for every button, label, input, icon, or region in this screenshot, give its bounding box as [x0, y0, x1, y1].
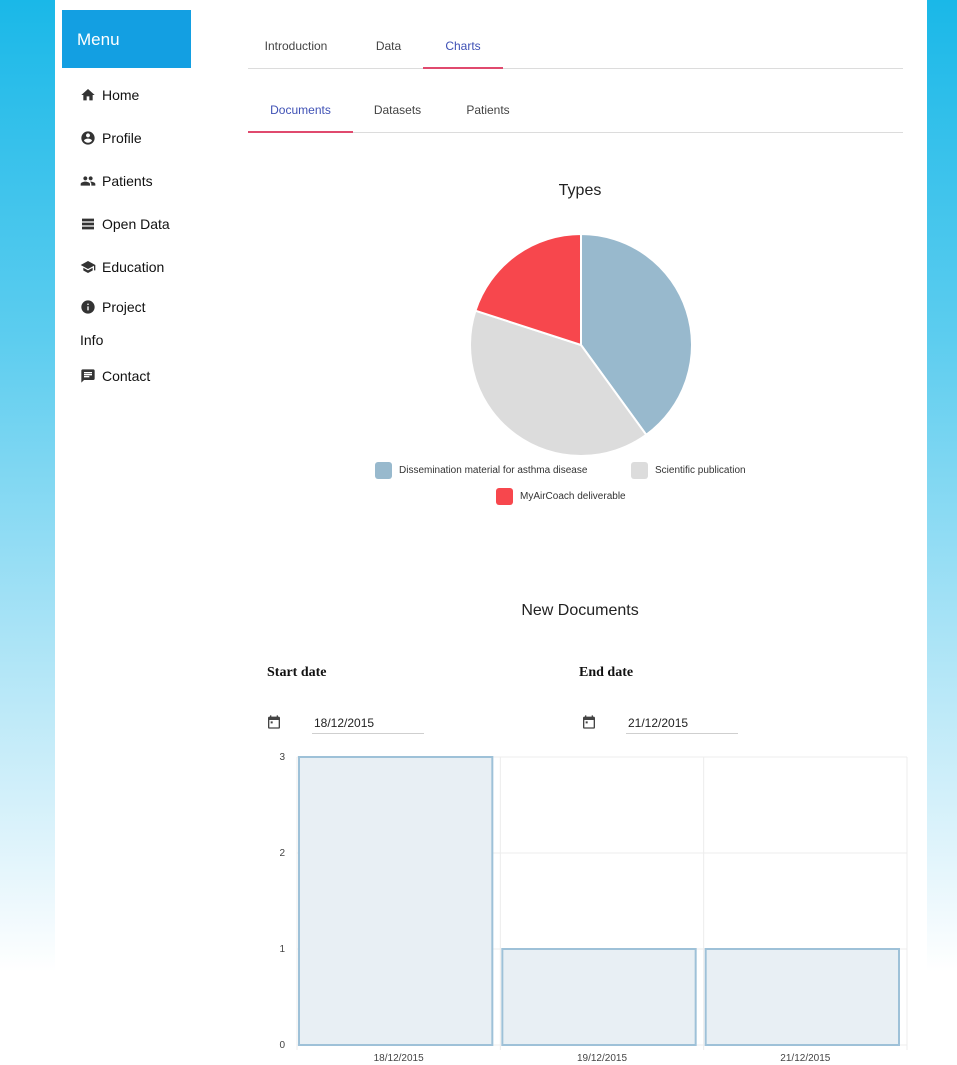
info-icon [81, 300, 95, 314]
sidebar-item-label: Education [102, 259, 165, 275]
x-tick-label: 18/12/2015 [374, 1053, 424, 1064]
legend-label: MyAirCoach deliverable [520, 491, 626, 502]
y-tick-label: 3 [279, 752, 285, 763]
x-tick-label: 21/12/2015 [780, 1053, 830, 1064]
sidebar-item-contact[interactable]: Contact [80, 368, 150, 384]
sidebar-item-patients[interactable]: Patients [80, 173, 153, 189]
sidebar-item-label: Home [102, 87, 140, 103]
tab-charts[interactable]: Charts [423, 30, 503, 69]
sidebar-item-label: Profile [102, 130, 142, 146]
menu-header: Menu [62, 10, 191, 68]
y-tick-label: 0 [279, 1040, 285, 1051]
legend-item-dissemination[interactable]: Dissemination material for asthma diseas… [375, 462, 587, 479]
tab-label: Documents [270, 103, 331, 117]
background-gradient-right [927, 0, 957, 972]
legend-swatch [496, 488, 513, 505]
menu-title: Menu [77, 30, 120, 49]
sidebar-item-profile[interactable]: Profile [80, 130, 142, 146]
start-date-input[interactable] [312, 712, 424, 734]
y-tick-label: 1 [279, 944, 285, 955]
sidebar-item-label: Contact [102, 368, 151, 384]
chart-tabs: Documents Datasets Patients [248, 94, 903, 133]
x-tick-label: 19/12/2015 [577, 1053, 627, 1064]
sidebar-item-project-info[interactable]: Project [80, 299, 146, 315]
account-circle-icon [81, 131, 95, 145]
legend-label: Dissemination material for asthma diseas… [399, 465, 588, 476]
tab-label: Patients [466, 103, 510, 117]
legend-label: Scientific publication [655, 465, 746, 476]
bar-chart-title: New Documents [521, 602, 639, 619]
end-date-input[interactable] [626, 712, 738, 734]
sidebar-item-label-continued: Info [80, 332, 104, 348]
tab-introduction[interactable]: Introduction [256, 30, 336, 68]
school-icon [80, 261, 96, 273]
background-gradient-left [0, 0, 55, 972]
tab-label: Datasets [373, 103, 422, 117]
end-date-label: End date [579, 665, 634, 680]
tab-label: Charts [445, 39, 481, 53]
message-icon [81, 369, 95, 383]
calendar-icon[interactable] [581, 714, 597, 730]
legend-item-scientific-publication[interactable]: Scientific publication [631, 462, 746, 479]
legend-swatch [631, 462, 648, 479]
tab-data[interactable]: Data [366, 30, 411, 68]
start-date-label: Start date [267, 665, 327, 680]
bar-0[interactable] [298, 756, 494, 1046]
bar-1[interactable] [501, 948, 697, 1046]
tab-patients[interactable]: Patients [458, 94, 518, 132]
main-tabs: Introduction Data Charts [248, 30, 903, 69]
sidebar-item-label: Project [102, 299, 146, 315]
tab-label: Introduction [264, 39, 328, 53]
sidebar-item-home[interactable]: Home [80, 87, 139, 103]
sidebar-item-label: Patients [102, 173, 153, 189]
tab-label: Data [375, 39, 402, 53]
tab-documents[interactable]: Documents [248, 94, 353, 133]
people-icon [80, 176, 96, 186]
pie-chart-title: Types [558, 182, 602, 199]
legend-swatch [375, 462, 392, 479]
y-tick-label: 2 [279, 848, 285, 859]
sidebar-item-education[interactable]: Education [80, 259, 164, 275]
list-icon [82, 218, 94, 230]
tab-datasets[interactable]: Datasets [365, 94, 430, 132]
bar-2[interactable] [704, 948, 900, 1046]
pie-chart [469, 232, 693, 457]
legend-item-myaircoach-deliverable[interactable]: MyAirCoach deliverable [496, 488, 626, 505]
sidebar-item-open-data[interactable]: Open Data [80, 216, 170, 232]
bar-chart: 0 1 2 3 18/12/2015 19/12/2015 21/12/2015 [279, 752, 908, 1064]
calendar-icon[interactable] [266, 714, 282, 730]
sidebar-item-label: Open Data [102, 216, 170, 232]
home-icon [81, 89, 95, 101]
